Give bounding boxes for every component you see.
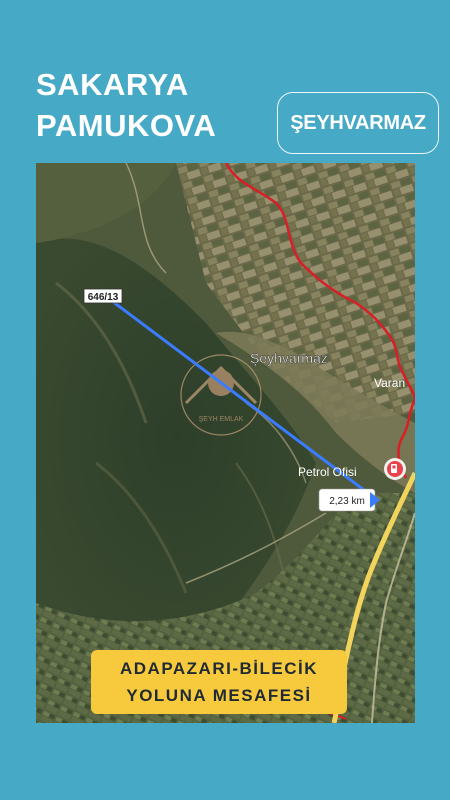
village-badge: ŞEYHVARMAZ bbox=[277, 92, 439, 154]
distance-caption-banner: ADAPAZARI-BİLECİK YOLUNA MESAFESİ bbox=[91, 650, 347, 714]
parcel-label: 646/13 bbox=[88, 292, 119, 303]
poi-label: Petrol Ofisi bbox=[298, 465, 357, 479]
banner-line-2: YOLUNA MESAFESİ bbox=[126, 686, 312, 705]
location-title: SAKARYA PAMUKOVA bbox=[36, 64, 216, 146]
watermark-text: ŞEYH EMLAK bbox=[199, 416, 244, 423]
distance-label: 2,23 km bbox=[329, 496, 365, 507]
fuel-station-icon[interactable] bbox=[384, 458, 406, 480]
map-canvas: ŞEYH EMLAK 646/13 Şeyhvarmaz Varan Petro… bbox=[36, 163, 415, 723]
village-badge-label: ŞEYHVARMAZ bbox=[290, 111, 426, 134]
parcel-marker[interactable]: 646/13 bbox=[83, 288, 123, 304]
varan-map-label: Varan bbox=[374, 376, 405, 390]
satellite-map[interactable]: ŞEYH EMLAK 646/13 Şeyhvarmaz Varan Petro… bbox=[36, 163, 415, 723]
distance-tooltip: 2,23 km bbox=[318, 488, 380, 512]
village-map-label: Şeyhvarmaz bbox=[250, 350, 328, 366]
banner-line-1: ADAPAZARI-BİLECİK bbox=[119, 659, 318, 678]
title-city: SAKARYA bbox=[36, 67, 189, 102]
title-district: PAMUKOVA bbox=[36, 108, 217, 143]
